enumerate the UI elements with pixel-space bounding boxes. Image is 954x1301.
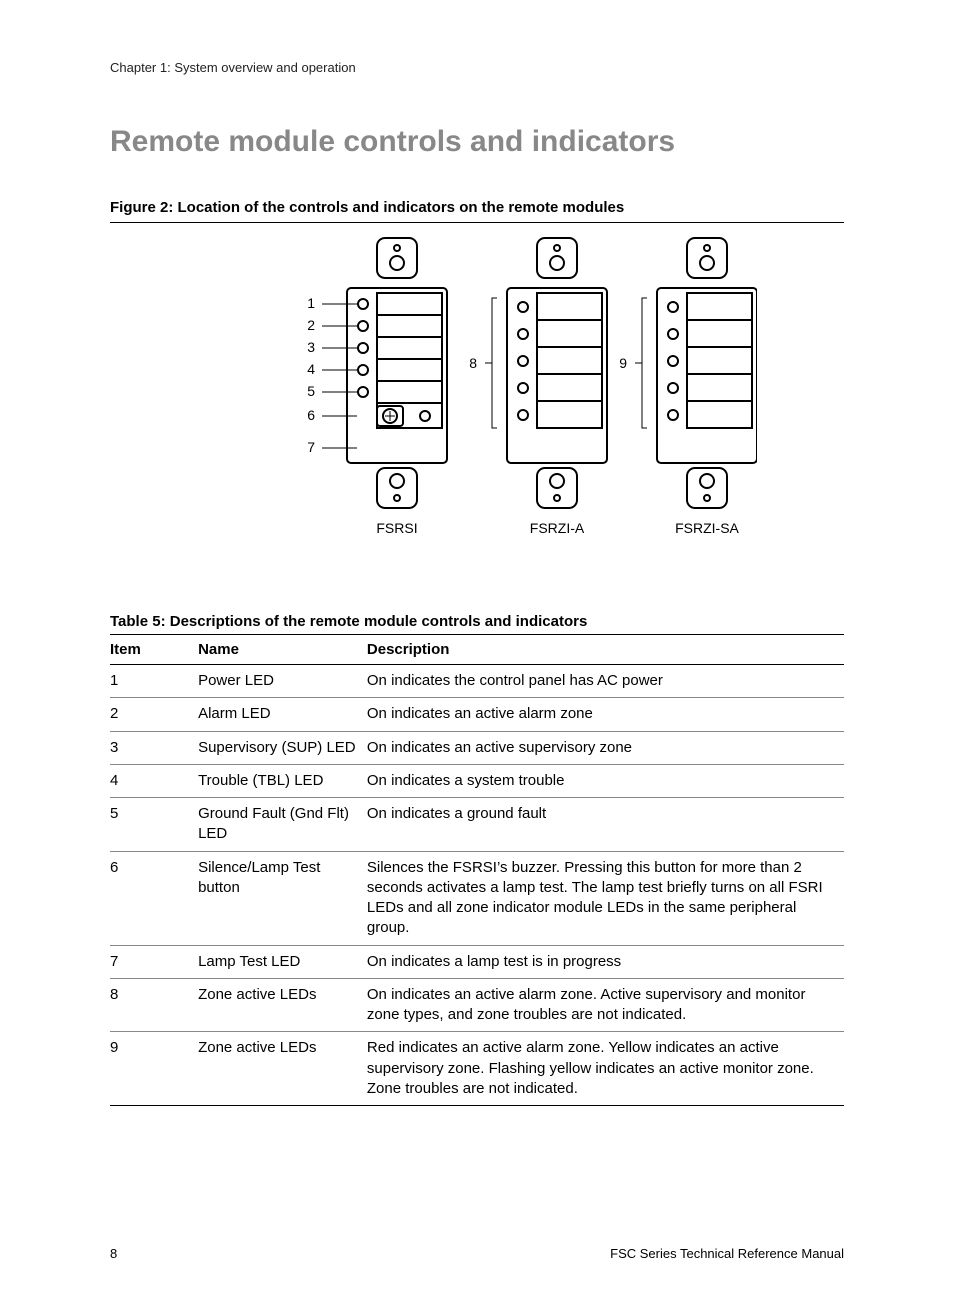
table-row: 3Supervisory (SUP) LEDOn indicates an ac… xyxy=(110,731,844,764)
table-row: 6Silence/Lamp Test buttonSilences the FS… xyxy=(110,851,844,945)
cell-name: Lamp Test LED xyxy=(198,945,367,978)
cell-item: 6 xyxy=(110,851,198,945)
descriptions-table: Item Name Description 1Power LEDOn indic… xyxy=(110,634,844,1106)
callout-8: 8 xyxy=(469,355,477,371)
page-footer: 8 FSC Series Technical Reference Manual xyxy=(110,1246,844,1261)
cell-item: 7 xyxy=(110,945,198,978)
cell-name: Silence/Lamp Test button xyxy=(198,851,367,945)
table-row: 1Power LEDOn indicates the control panel… xyxy=(110,665,844,698)
callout-7: 7 xyxy=(307,439,315,455)
page-number: 8 xyxy=(110,1246,117,1261)
cell-desc: On indicates a system trouble xyxy=(367,764,844,797)
callout-9: 9 xyxy=(619,355,627,371)
table-row: 2Alarm LEDOn indicates an active alarm z… xyxy=(110,698,844,731)
callout-6: 6 xyxy=(307,407,315,423)
cell-item: 3 xyxy=(110,731,198,764)
table-row: 4Trouble (TBL) LEDOn indicates a system … xyxy=(110,764,844,797)
cell-desc: On indicates an active alarm zone. Activ… xyxy=(367,978,844,1032)
cell-item: 8 xyxy=(110,978,198,1032)
callout-5: 5 xyxy=(307,383,315,399)
cell-desc: On indicates the control panel has AC po… xyxy=(367,665,844,698)
cell-name: Supervisory (SUP) LED xyxy=(198,731,367,764)
cell-item: 2 xyxy=(110,698,198,731)
module-label-2: FSRZI-A xyxy=(530,520,585,536)
module-label-1: FSRSI xyxy=(376,520,417,536)
figure-caption: Figure 2: Location of the controls and i… xyxy=(110,199,844,216)
callout-4: 4 xyxy=(307,361,315,377)
cell-name: Ground Fault (Gnd Flt) LED xyxy=(198,798,367,852)
table-row: 5Ground Fault (Gnd Flt) LEDOn indicates … xyxy=(110,798,844,852)
cell-item: 4 xyxy=(110,764,198,797)
table-caption: Table 5: Descriptions of the remote modu… xyxy=(110,613,844,630)
cell-name: Zone active LEDs xyxy=(198,978,367,1032)
col-desc: Description xyxy=(367,635,844,665)
cell-name: Trouble (TBL) LED xyxy=(198,764,367,797)
col-name: Name xyxy=(198,635,367,665)
cell-name: Zone active LEDs xyxy=(198,1032,367,1106)
chapter-header: Chapter 1: System overview and operation xyxy=(110,60,844,75)
cell-item: 1 xyxy=(110,665,198,698)
doc-title: FSC Series Technical Reference Manual xyxy=(610,1246,844,1261)
section-title: Remote module controls and indicators xyxy=(110,125,844,159)
cell-item: 9 xyxy=(110,1032,198,1106)
table-row: 8Zone active LEDsOn indicates an active … xyxy=(110,978,844,1032)
figure-diagram: 1 2 3 4 5 6 7 8 9 FSRSI FSRZI-A FSRZI-SA xyxy=(110,233,844,573)
module-label-3: FSRZI-SA xyxy=(675,520,739,536)
col-item: Item xyxy=(110,635,198,665)
table-row: 7Lamp Test LEDOn indicates a lamp test i… xyxy=(110,945,844,978)
caption-rule xyxy=(110,222,844,223)
cell-name: Alarm LED xyxy=(198,698,367,731)
cell-desc: On indicates a ground fault xyxy=(367,798,844,852)
cell-desc: On indicates an active alarm zone xyxy=(367,698,844,731)
callout-3: 3 xyxy=(307,339,315,355)
cell-desc: On indicates a lamp test is in progress xyxy=(367,945,844,978)
cell-desc: On indicates an active supervisory zone xyxy=(367,731,844,764)
table-row: 9Zone active LEDsRed indicates an active… xyxy=(110,1032,844,1106)
callout-1: 1 xyxy=(307,295,315,311)
cell-desc: Red indicates an active alarm zone. Yell… xyxy=(367,1032,844,1106)
cell-name: Power LED xyxy=(198,665,367,698)
callout-2: 2 xyxy=(307,317,315,333)
cell-item: 5 xyxy=(110,798,198,852)
cell-desc: Silences the FSRSI’s buzzer. Pressing th… xyxy=(367,851,844,945)
